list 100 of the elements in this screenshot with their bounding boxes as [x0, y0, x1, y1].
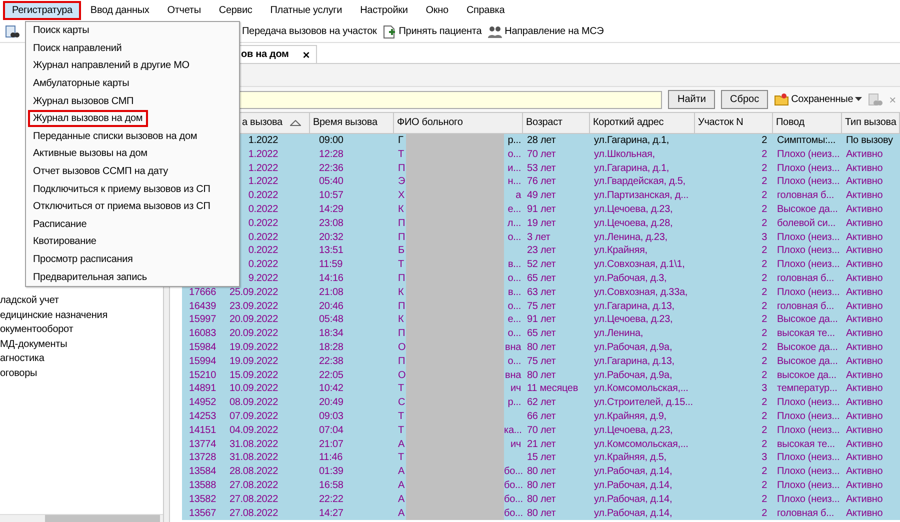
table-cell: 75 лет — [527, 356, 556, 367]
table-cell: 0.2022 — [248, 204, 278, 215]
table-cell: 09:00 — [319, 135, 344, 146]
table-cell: 15.09.2022 — [229, 370, 278, 381]
table-cell: ул.Цечоева, д.23, — [594, 204, 673, 215]
table-cell: в... — [508, 286, 521, 298]
table-cell: 91 лет — [527, 314, 556, 326]
table-cell: 9.2022 — [248, 272, 278, 284]
table-cell: Высокое да... — [777, 204, 838, 215]
table-cell: 80 лет — [527, 466, 556, 478]
table-cell: Плохо (неиз... — [777, 410, 840, 422]
table-cell: Плохо (неиз... — [777, 452, 840, 464]
table-cell: е... — [508, 204, 521, 215]
table-cell: 13582 — [188, 494, 216, 505]
table-cell: 49 лет — [527, 190, 556, 202]
table-cell: Активно — [846, 383, 883, 394]
table-cell: ул.Цечоева, д.23, — [594, 314, 673, 326]
table-cell: л... — [507, 218, 521, 229]
table-cell: бо... — [504, 508, 523, 519]
table-cell: о... — [508, 356, 521, 367]
table-cell: ич — [510, 438, 521, 450]
table-cell: 0.2022 — [248, 232, 278, 243]
table-cell: С — [398, 396, 406, 410]
table-cell: Плохо (неиз... — [777, 162, 840, 174]
table-cell: П — [398, 216, 406, 231]
table-cell: высокая те... — [777, 438, 835, 450]
table-cell: н... — [508, 176, 521, 188]
table-cell: 16083 — [188, 328, 216, 340]
table-cell: 80 лет — [527, 494, 556, 505]
table-cell: е... — [508, 314, 521, 326]
table-cell: 65 лет — [527, 272, 556, 284]
table-cell: 2 — [762, 162, 767, 174]
table-cell: 63 лет — [527, 286, 556, 298]
table-cell: Плохо (неиз... — [777, 148, 840, 160]
table-cell: 11:46 — [319, 452, 343, 464]
table-cell: 25.09.2022 — [229, 286, 278, 298]
table-cell: Э — [398, 175, 406, 190]
table-cell: 2 — [762, 397, 767, 408]
table-cell: 0.2022 — [248, 245, 278, 256]
table-cell: Активно — [846, 300, 883, 312]
table-cell: 3 — [762, 452, 767, 464]
table-cell: 75 лет — [527, 300, 556, 312]
table-cell: ул.Цечоева, д.23, — [594, 424, 673, 436]
table-cell: Высокое да... — [777, 314, 838, 326]
table-cell: 14952 — [188, 397, 216, 408]
table-cell-text: К — [398, 313, 405, 328]
table-cell-text: Т — [398, 424, 405, 438]
table-cell: 28.08.2022 — [229, 466, 278, 478]
table-cell: А — [398, 438, 406, 452]
table-cell: 20.09.2022 — [229, 314, 278, 326]
table-cell: 14253 — [188, 410, 216, 422]
table-cell: 20.09.2022 — [229, 328, 278, 340]
table-cell: 1.2022 — [248, 135, 278, 146]
table-cell: 14:29 — [319, 204, 344, 215]
table-cell: 21:08 — [319, 286, 344, 298]
table-cell: 3 — [762, 383, 767, 394]
table-cell: 2 — [762, 245, 767, 256]
table-cell: 3 — [762, 232, 767, 243]
table-cell: 1.2022 — [248, 176, 278, 188]
table-cell: ул.Крайняя, д.9, — [594, 410, 666, 422]
table-cell: 0.2022 — [248, 218, 278, 229]
table-cell: 1.2022 — [248, 148, 278, 160]
table-cell: Активно — [846, 286, 883, 298]
table-cell: 22:05 — [319, 370, 344, 381]
table-cell: ул.Рабочая, д.14, — [594, 480, 672, 491]
table-cell: 2 — [762, 494, 767, 505]
table-cell: 14891 — [188, 383, 216, 394]
table-cell: 15984 — [188, 342, 216, 353]
table-cell: 16439 — [188, 300, 216, 312]
table-cell-text: Т — [398, 410, 405, 424]
table-cell: 2 — [762, 466, 767, 478]
table-cell: 13588 — [188, 480, 216, 491]
table-cell: 27.08.2022 — [229, 494, 278, 505]
table-cell: 16:58 — [319, 480, 344, 491]
table-cell: 31.08.2022 — [229, 452, 278, 464]
table-cell: 62 лет — [527, 397, 556, 408]
table-cell: 2 — [762, 342, 767, 353]
table-cell: 2 — [762, 259, 767, 270]
table-cell: 2 — [762, 148, 767, 160]
table-cell: ул.Строителей, д.15... — [594, 397, 693, 408]
table-cell: ул.Рабочая, д.9а, — [594, 342, 672, 353]
table-cell: вна — [505, 342, 521, 353]
table-cell: 2 — [762, 480, 767, 491]
table-cell: Плохо (неиз... — [777, 286, 840, 298]
table-cell: Активно — [846, 232, 883, 243]
table-cell: 80 лет — [527, 480, 556, 491]
table-cell: 15994 — [188, 356, 216, 367]
table-cell: Активно — [846, 342, 883, 353]
table-cell: болевой си... — [777, 218, 836, 229]
table-cell: ул.Гагарина, д.1, — [594, 162, 669, 174]
table-cell: о... — [508, 328, 521, 340]
table-cell: 2 — [762, 190, 767, 202]
table-cell: 15997 — [188, 314, 216, 326]
table-cell: Активно — [846, 314, 883, 326]
table-cell: А — [398, 478, 406, 493]
table-cell: ул.Гагарина, д.1, — [594, 135, 669, 146]
table-cell-text: Т — [398, 148, 405, 162]
table-cell: 13728 — [188, 452, 216, 464]
table-cell: Плохо (неиз... — [777, 424, 840, 436]
table-cell: 19 лет — [527, 218, 556, 229]
